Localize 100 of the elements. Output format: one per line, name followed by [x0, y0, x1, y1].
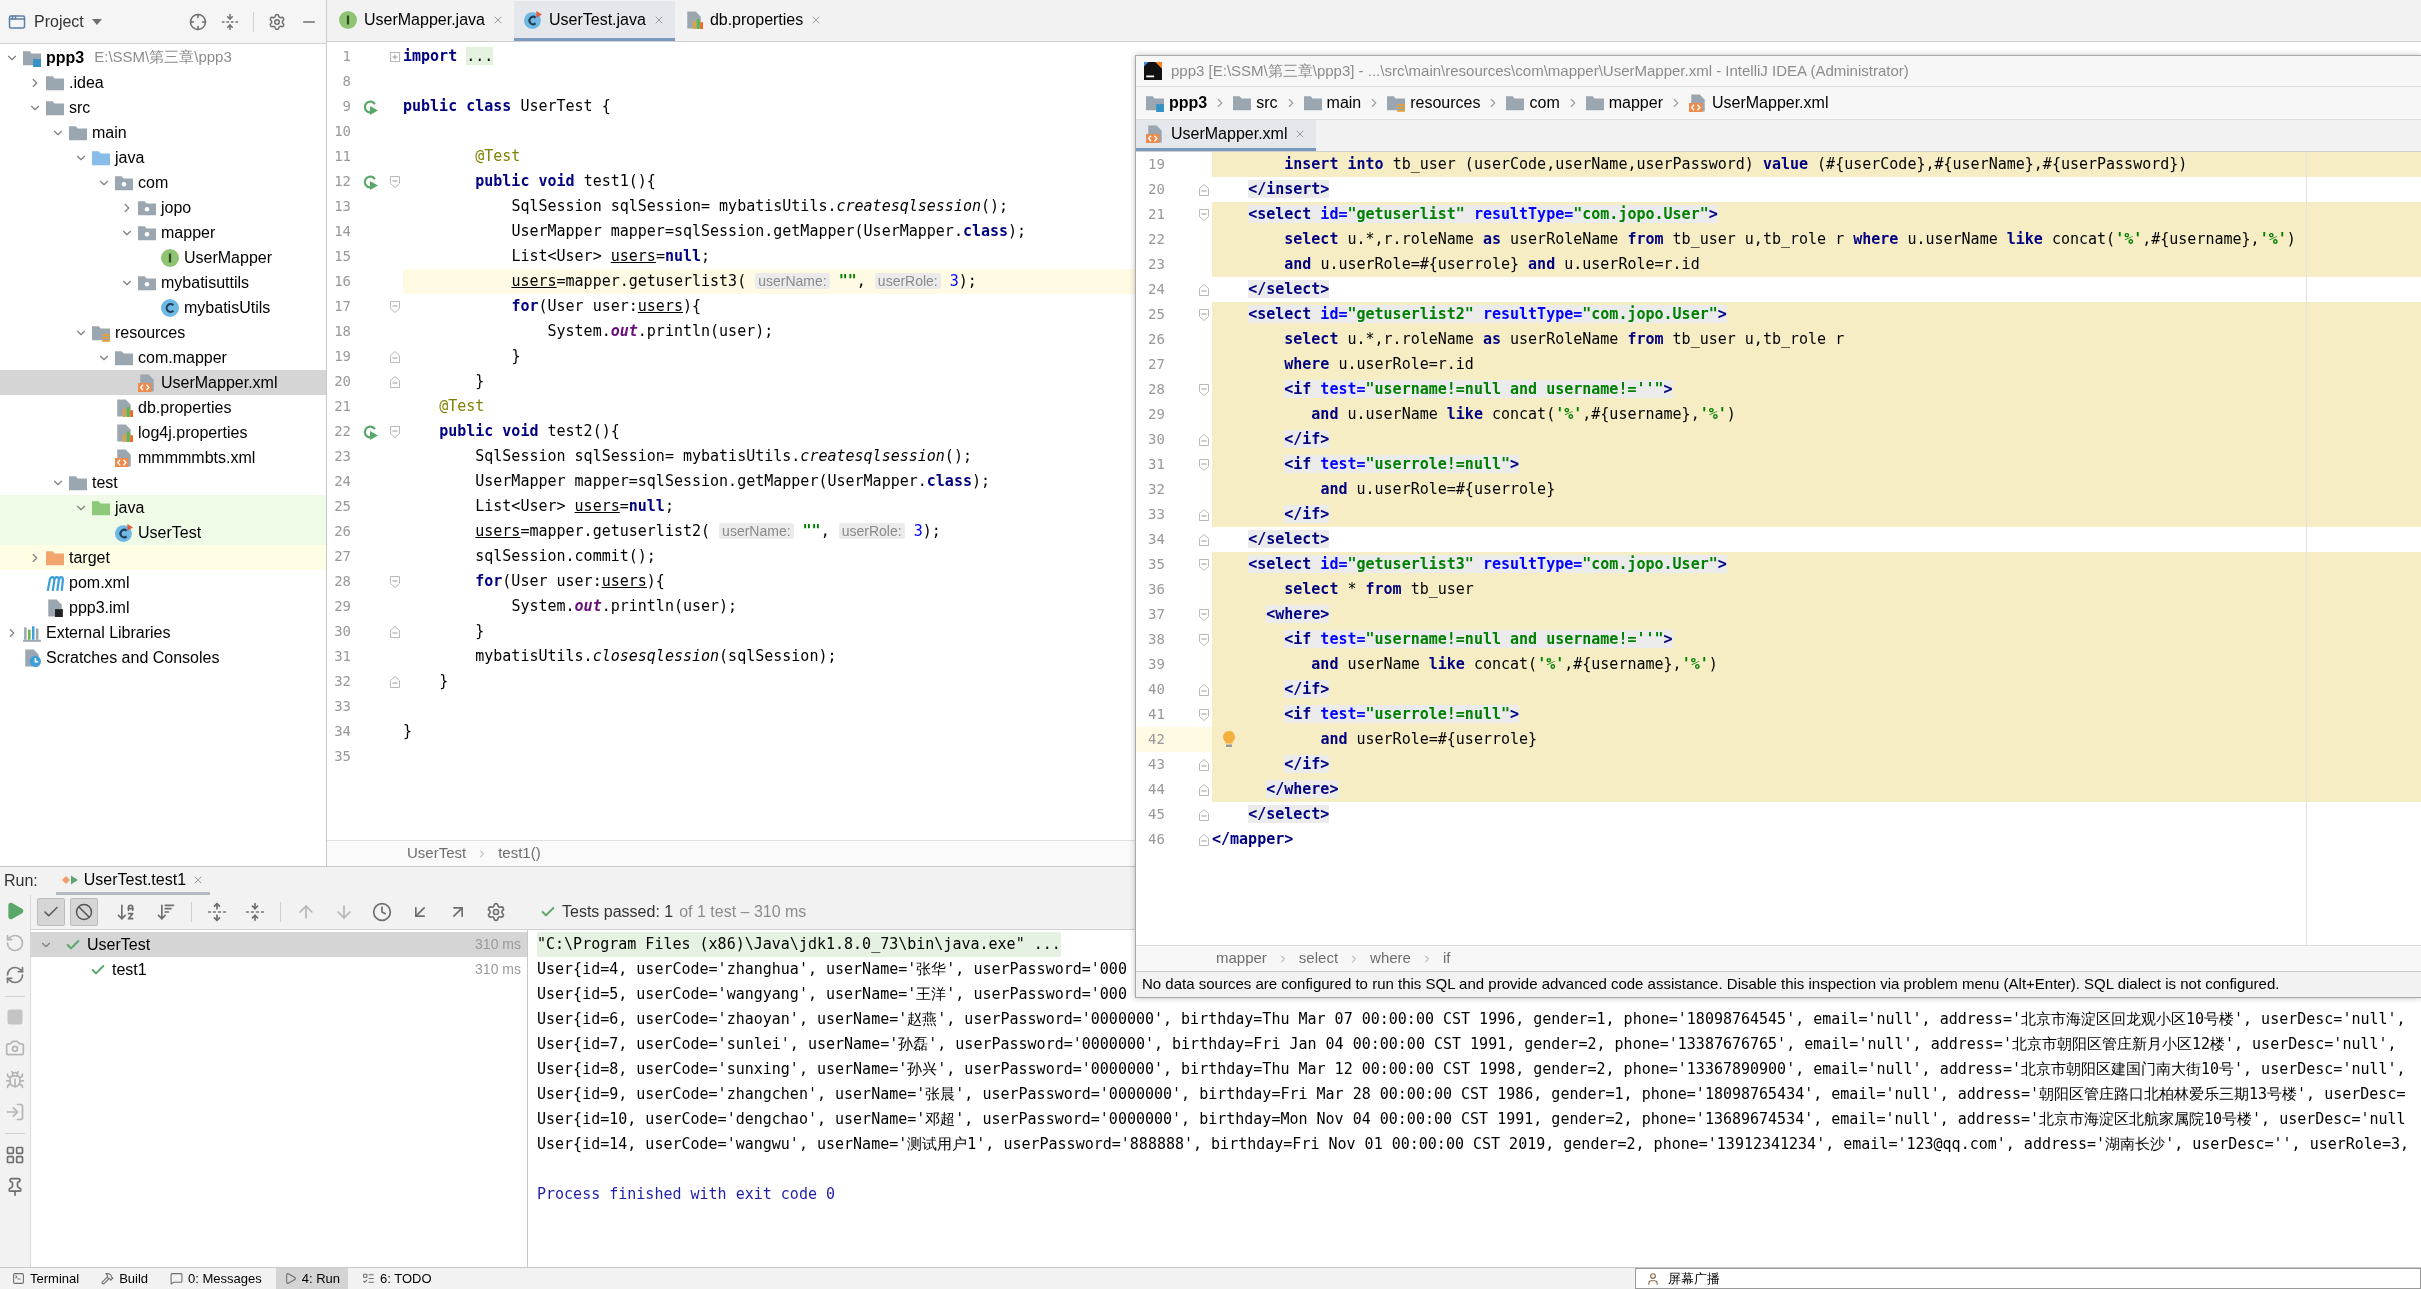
tree-item[interactable]: mapper: [0, 220, 326, 245]
editor-tab[interactable]: db.properties: [674, 1, 833, 41]
fold-icon[interactable]: [1199, 633, 1209, 646]
fold-icon[interactable]: [1199, 383, 1209, 396]
tree-item[interactable]: mybatisUtils: [0, 295, 326, 320]
tree-item[interactable]: test: [0, 470, 326, 495]
tool-window-button[interactable]: 4: Run: [275, 1268, 349, 1289]
collapse-all-icon[interactable]: [221, 12, 239, 31]
test-tree-item[interactable]: UserTest 310 ms: [31, 932, 527, 957]
breadcrumb-item[interactable]: where: [1370, 947, 1411, 970]
tree-item[interactable]: java: [0, 495, 326, 520]
test-tree-item[interactable]: test1 310 ms: [31, 957, 527, 982]
tree-item[interactable]: com.mapper: [0, 345, 326, 370]
play-icon[interactable]: [5, 901, 25, 921]
fold-icon[interactable]: [1199, 208, 1209, 221]
tree-item[interactable]: UserMapper: [0, 245, 326, 270]
tree-item[interactable]: mybatisuttils: [0, 270, 326, 295]
tool-window-button[interactable]: 0: Messages: [162, 1268, 270, 1289]
lightbulb-icon[interactable]: [1223, 731, 1235, 747]
breadcrumb-item[interactable]: UserTest: [407, 842, 467, 865]
fold-icon[interactable]: [1199, 533, 1209, 546]
fold-icon[interactable]: [1199, 608, 1209, 621]
refresh-icon[interactable]: [5, 965, 25, 985]
collapse-all-icon[interactable]: [245, 902, 265, 922]
breadcrumb-item[interactable]: mapper: [1585, 91, 1663, 115]
toggle-button[interactable]: [37, 898, 65, 926]
tree-item[interactable]: target: [0, 545, 326, 570]
breadcrumb-item[interactable]: if: [1442, 947, 1451, 970]
fold-icon[interactable]: [1199, 783, 1209, 796]
tree-item[interactable]: src: [0, 95, 326, 120]
editor-tab[interactable]: UserTest.java: [513, 1, 675, 41]
rerun-icon[interactable]: [5, 933, 25, 953]
tree-item[interactable]: com: [0, 170, 326, 195]
editor-tab[interactable]: UserMapper.java: [329, 1, 514, 41]
breadcrumb-item[interactable]: com: [1506, 91, 1560, 115]
tree-item[interactable]: External Libraries: [0, 620, 326, 645]
settings-icon[interactable]: [486, 902, 506, 922]
tree-item[interactable]: resources: [0, 320, 326, 345]
editor-tab[interactable]: UserMapper.xml: [1136, 120, 1317, 151]
fold-icon[interactable]: [1199, 708, 1209, 721]
fold-icon[interactable]: [1199, 833, 1209, 846]
tree-item[interactable]: java: [0, 145, 326, 170]
tool-window-button[interactable]: Terminal: [4, 1268, 88, 1289]
run-icon[interactable]: [362, 423, 378, 440]
tree-item[interactable]: UserMapper.xml: [0, 370, 326, 395]
run-icon[interactable]: [362, 98, 378, 115]
sort-icon[interactable]: [156, 902, 176, 922]
fold-icon[interactable]: [1199, 683, 1209, 696]
clock-icon[interactable]: [372, 902, 392, 922]
tree-item[interactable]: jopo: [0, 195, 326, 220]
fold-icon[interactable]: [1199, 758, 1209, 771]
breadcrumb-item[interactable]: resources: [1387, 91, 1481, 115]
breadcrumb-item[interactable]: src: [1233, 91, 1278, 115]
pin-icon[interactable]: [5, 1177, 25, 1197]
fold-icon[interactable]: [390, 375, 400, 388]
fold-icon[interactable]: [390, 350, 400, 363]
fold-icon[interactable]: [1199, 558, 1209, 571]
sort-alphabetical-icon[interactable]: [116, 902, 136, 922]
settings-icon[interactable]: [268, 12, 286, 31]
fold-icon[interactable]: [390, 300, 400, 313]
bug-icon[interactable]: [5, 1070, 25, 1090]
tree-item[interactable]: ppp3.iml: [0, 595, 326, 620]
login-icon[interactable]: [5, 1102, 25, 1122]
tree-item[interactable]: UserTest: [0, 520, 326, 545]
breadcrumb-item[interactable]: main: [1303, 91, 1362, 115]
fold-icon[interactable]: [1199, 433, 1209, 446]
fold-icon[interactable]: [390, 625, 400, 638]
fold-icon[interactable]: [1199, 183, 1209, 196]
stop-icon[interactable]: [6, 1008, 24, 1026]
taskbar-window[interactable]: 屏幕广播: [1635, 1268, 2421, 1289]
fold-icon[interactable]: [390, 175, 400, 188]
locate-icon[interactable]: [189, 12, 207, 31]
run-tab[interactable]: UserTest.test1: [55, 867, 211, 895]
breadcrumb-item[interactable]: test1(): [498, 842, 541, 865]
fold-icon[interactable]: [390, 675, 400, 688]
tool-window-button[interactable]: Build: [93, 1268, 157, 1289]
fold-icon[interactable]: [390, 575, 400, 588]
tree-item[interactable]: log4j.properties: [0, 420, 326, 445]
expand-icon[interactable]: [390, 51, 400, 62]
fold-icon[interactable]: [1199, 508, 1209, 521]
view-selector[interactable]: Project: [34, 9, 102, 34]
expand-all-icon[interactable]: [207, 902, 227, 922]
tool-window-button[interactable]: 6: TODO: [354, 1268, 440, 1289]
run-icon[interactable]: [362, 173, 378, 190]
fold-icon[interactable]: [1199, 808, 1209, 821]
toggle-button[interactable]: [70, 898, 98, 926]
tree-item[interactable]: pom.xml: [0, 570, 326, 595]
tree-item[interactable]: Scratches and Consoles: [0, 645, 326, 670]
tree-item[interactable]: db.properties: [0, 395, 326, 420]
breadcrumb-item[interactable]: UserMapper.xml: [1688, 91, 1829, 115]
tree-item[interactable]: main: [0, 120, 326, 145]
tree-item[interactable]: .idea: [0, 70, 326, 95]
tree-item[interactable]: mmmmmbts.xml: [0, 445, 326, 470]
breadcrumb-item[interactable]: select: [1298, 947, 1339, 970]
fold-icon[interactable]: [1199, 308, 1209, 321]
breadcrumb-item[interactable]: mapper: [1216, 947, 1267, 970]
tree-item[interactable]: ppp3 E:\SSM\第三章\ppp3: [0, 45, 326, 70]
fold-icon[interactable]: [1199, 283, 1209, 296]
camera-icon[interactable]: [5, 1038, 25, 1058]
fold-icon[interactable]: [390, 425, 400, 438]
